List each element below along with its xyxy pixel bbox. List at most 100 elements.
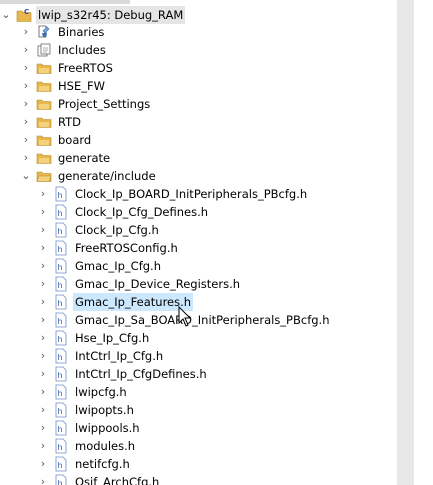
- file-item[interactable]: › h Clock_Ip_Cfg.h: [37, 221, 161, 239]
- file-item[interactable]: › h IntCtrl_Ip_Cfg.h: [37, 347, 165, 365]
- chevron-right-icon[interactable]: ›: [37, 365, 49, 383]
- file-item[interactable]: › h IntCtrl_Ip_CfgDefines.h: [37, 365, 209, 383]
- tree-item-includes[interactable]: › Includes: [20, 41, 108, 59]
- file-label: IntCtrl_Ip_CfgDefines.h: [75, 367, 207, 381]
- header-file-icon: h: [53, 474, 69, 485]
- tree-item-label: board: [58, 133, 92, 147]
- chevron-right-icon[interactable]: ›: [37, 401, 49, 419]
- svg-text:h: h: [58, 461, 63, 470]
- file-label: netifcfg.h: [75, 457, 130, 471]
- chevron-right-icon[interactable]: ›: [37, 329, 49, 347]
- file-label: lwipcfg.h: [75, 385, 127, 399]
- file-item[interactable]: › h Gmac_Ip_Sa_BOARD_InitPeripherals_PBc…: [37, 311, 332, 329]
- header-file-icon: h: [53, 204, 69, 220]
- tree-item-generate-include[interactable]: ⌄ generate/include: [20, 167, 158, 185]
- file-label: Gmac_Ip_Device_Registers.h: [75, 277, 241, 291]
- svg-text:h: h: [58, 407, 63, 416]
- chevron-down-icon[interactable]: ⌄: [20, 167, 32, 185]
- header-file-icon: h: [53, 348, 69, 364]
- chevron-right-icon[interactable]: ›: [20, 95, 32, 113]
- svg-text:h: h: [58, 353, 63, 362]
- tree-item-label: FreeRTOS: [58, 61, 113, 75]
- header-file-icon: h: [53, 330, 69, 346]
- chevron-right-icon[interactable]: ›: [37, 437, 49, 455]
- chevron-right-icon[interactable]: ›: [20, 41, 32, 59]
- tree-item-hse-fw[interactable]: › HSE_FW: [20, 77, 107, 95]
- header-file-icon: h: [53, 240, 69, 256]
- tree-item-project-settings[interactable]: › Project_Settings: [20, 95, 152, 113]
- file-item[interactable]: › h Gmac_Ip_Device_Registers.h: [37, 275, 242, 293]
- file-item[interactable]: › h modules.h: [37, 437, 137, 455]
- source-folder-icon: [36, 60, 52, 76]
- file-item[interactable]: › h lwippools.h: [37, 419, 142, 437]
- source-folder-icon: [36, 96, 52, 112]
- file-label: modules.h: [75, 439, 136, 453]
- file-label: Clock_Ip_Cfg.h: [75, 223, 159, 237]
- file-item[interactable]: › h netifcfg.h: [37, 455, 132, 473]
- chevron-right-icon[interactable]: ›: [37, 473, 49, 485]
- file-label: Clock_Ip_Cfg_Defines.h: [75, 205, 209, 219]
- tree-item-label: generate: [58, 151, 111, 165]
- svg-text:C: C: [24, 8, 29, 16]
- file-item[interactable]: › h FreeRTOSConfig.h: [37, 239, 180, 257]
- file-item-hovered[interactable]: › h Gmac_Ip_Features.h: [37, 293, 194, 311]
- header-file-icon: h: [53, 276, 69, 292]
- chevron-right-icon[interactable]: ›: [20, 59, 32, 77]
- chevron-right-icon[interactable]: ›: [37, 455, 49, 473]
- tree-item-binaries[interactable]: › Binaries: [20, 23, 106, 41]
- source-folder-icon: [36, 114, 52, 130]
- chevron-right-icon[interactable]: ›: [20, 23, 32, 41]
- chevron-right-icon[interactable]: ›: [37, 203, 49, 221]
- file-item[interactable]: › h Clock_Ip_BOARD_InitPeripherals_PBcfg…: [37, 185, 309, 203]
- svg-text:h: h: [58, 425, 63, 434]
- chevron-right-icon[interactable]: ›: [37, 221, 49, 239]
- chevron-right-icon[interactable]: ›: [37, 293, 49, 311]
- project-root-row[interactable]: ⌄ C lwip_s32r45: Debug_RAM: [0, 6, 186, 24]
- includes-icon: [36, 42, 52, 58]
- svg-text:h: h: [58, 281, 63, 290]
- file-item[interactable]: › h Clock_Ip_Cfg_Defines.h: [37, 203, 210, 221]
- chevron-right-icon[interactable]: ›: [20, 131, 32, 149]
- tree-item-generate[interactable]: › generate: [20, 149, 112, 167]
- header-file-icon: h: [53, 186, 69, 202]
- chevron-right-icon[interactable]: ›: [37, 347, 49, 365]
- svg-text:h: h: [58, 371, 63, 380]
- svg-text:h: h: [58, 245, 63, 254]
- chevron-right-icon[interactable]: ›: [20, 113, 32, 131]
- folder-open-icon: [36, 168, 52, 184]
- tree-item-board[interactable]: › board: [20, 131, 93, 149]
- svg-text:h: h: [58, 191, 63, 200]
- project-explorer-tree[interactable]: ⌄ C lwip_s32r45: Debug_RAM › Binaries ›: [0, 0, 392, 485]
- file-label: Gmac_Ip_Cfg.h: [75, 259, 161, 273]
- header-file-icon: h: [53, 258, 69, 274]
- vertical-scrollbar[interactable]: [397, 0, 414, 485]
- file-item[interactable]: › h Osif_ArchCfg.h: [37, 473, 161, 485]
- header-file-icon: h: [53, 366, 69, 382]
- file-item[interactable]: › h lwipcfg.h: [37, 383, 129, 401]
- chevron-right-icon[interactable]: ›: [37, 185, 49, 203]
- svg-text:h: h: [58, 443, 63, 452]
- file-label: lwippools.h: [75, 421, 140, 435]
- file-item[interactable]: › h Gmac_Ip_Cfg.h: [37, 257, 163, 275]
- chevron-right-icon[interactable]: ›: [20, 149, 32, 167]
- chevron-right-icon[interactable]: ›: [37, 257, 49, 275]
- header-file-icon: h: [53, 312, 69, 328]
- header-file-icon: h: [53, 438, 69, 454]
- chevron-right-icon[interactable]: ›: [37, 239, 49, 257]
- svg-text:h: h: [58, 389, 63, 398]
- file-item[interactable]: › h Hse_Ip_Cfg.h: [37, 329, 151, 347]
- chevron-down-icon[interactable]: ⌄: [0, 6, 12, 24]
- tree-item-label: Project_Settings: [58, 97, 151, 111]
- file-label: IntCtrl_Ip_Cfg.h: [75, 349, 164, 363]
- file-item[interactable]: › h lwipopts.h: [37, 401, 136, 419]
- tree-item-freertos[interactable]: › FreeRTOS: [20, 59, 115, 77]
- chevron-right-icon[interactable]: ›: [37, 275, 49, 293]
- tree-item-rtd[interactable]: › RTD: [20, 113, 83, 131]
- chevron-right-icon[interactable]: ›: [37, 383, 49, 401]
- binaries-icon: [36, 24, 52, 40]
- chevron-right-icon[interactable]: ›: [37, 419, 49, 437]
- chevron-right-icon[interactable]: ›: [20, 77, 32, 95]
- svg-text:h: h: [58, 317, 63, 326]
- chevron-right-icon[interactable]: ›: [37, 311, 49, 329]
- project-name: lwip_s32r45: Debug_RAM: [36, 6, 186, 24]
